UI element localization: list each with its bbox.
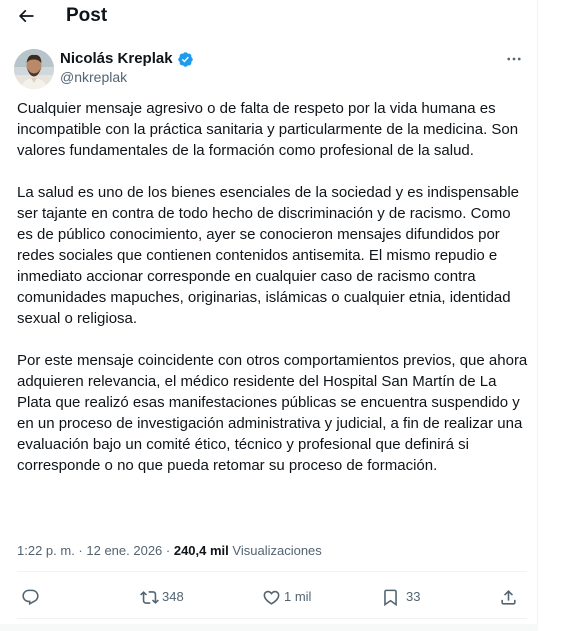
post-paragraph: Cualquier mensaje agresivo o de falta de…: [17, 100, 519, 159]
page-title: Post: [66, 5, 108, 26]
bookmark-icon: [384, 589, 397, 606]
avatar-image: [14, 49, 54, 89]
post-meta: 1:22 p. m. · 12 ene. 2026 · 240,4 mil Vi…: [17, 542, 322, 560]
post-text: Cualquier mensaje agresivo o de falta de…: [17, 98, 529, 476]
post-header: Post: [0, 0, 538, 34]
post-time[interactable]: 1:22 p. m.: [17, 543, 75, 558]
back-button[interactable]: [14, 4, 38, 28]
repost-button[interactable]: 348: [140, 587, 184, 607]
verified-badge-icon: [177, 51, 194, 68]
views-count: 240,4 mil: [173, 543, 229, 558]
post-date[interactable]: 12 ene. 2026: [86, 543, 162, 558]
author-name[interactable]: Nicolás Kreplak: [60, 50, 173, 68]
repost-icon: [140, 590, 159, 604]
share-button[interactable]: [499, 587, 518, 607]
meta-separator: ·: [74, 543, 87, 558]
author-handle[interactable]: @nkreplak: [60, 69, 127, 85]
repost-count: 348: [162, 589, 184, 604]
views-label: Visualizaciones: [232, 543, 322, 558]
divider: [17, 618, 527, 619]
bookmark-count: 33: [406, 589, 421, 604]
share-icon: [501, 589, 516, 605]
more-horizontal-icon: [507, 57, 521, 61]
more-options-button[interactable]: [503, 50, 525, 68]
reply-icon: [22, 589, 39, 605]
heart-icon: [263, 590, 280, 605]
action-bar: 348 1 mil 33: [0, 582, 538, 612]
post-paragraph: La salud es uno de los bienes esenciales…: [17, 184, 520, 327]
author-name-row: Nicolás Kreplak: [60, 50, 194, 68]
like-count: 1 mil: [284, 589, 312, 604]
reply-button[interactable]: [21, 587, 40, 607]
reply-area-edge: [0, 624, 538, 631]
like-button[interactable]: 1 mil: [262, 587, 311, 607]
avatar[interactable]: [14, 49, 54, 89]
post-paragraph: Por este mensaje coincidente con otros c…: [17, 352, 528, 474]
bookmark-button[interactable]: 33: [381, 587, 420, 607]
post-detail-view: Post Nicolás Kreplak @nkreplak Cualquier…: [0, 0, 538, 631]
meta-separator: ·: [162, 543, 174, 558]
divider: [17, 571, 527, 572]
arrow-left-icon: [18, 9, 34, 23]
